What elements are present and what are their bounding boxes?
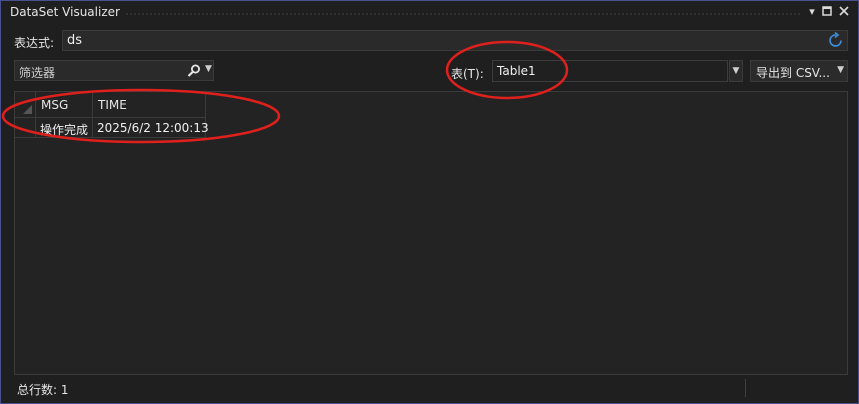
table-select[interactable]: Table1 — [492, 60, 728, 82]
export-chevron-down-icon[interactable]: ▼ — [837, 65, 844, 75]
filter-placeholder: 筛选器 — [19, 66, 56, 80]
status-divider — [745, 379, 746, 397]
expression-value: ds — [67, 33, 83, 48]
table-dropdown-chevron-icon[interactable]: ▼ — [729, 60, 743, 82]
refresh-icon[interactable] — [827, 31, 845, 50]
window-title: DataSet Visualizer — [10, 5, 120, 19]
export-csv-label: 导出到 CSV... — [756, 66, 830, 80]
cell-value: 2025/6/2 12:00:13 — [97, 121, 209, 135]
cell-value: 操作完成 — [40, 123, 89, 137]
title-drag-grip[interactable] — [125, 12, 800, 16]
table-cell[interactable]: 2025/6/2 12:00:13 — [93, 118, 209, 138]
export-csv-button[interactable]: 导出到 CSV... ▼ — [750, 60, 848, 82]
data-grid[interactable]: MSG TIME 操作完成 2025/6/2 12:00:13 — [14, 91, 848, 375]
status-bar: 总行数: 1 — [1, 377, 858, 403]
column-header-time[interactable]: TIME — [93, 92, 206, 118]
column-header-label: TIME — [98, 98, 127, 112]
title-bar: DataSet Visualizer ▾ — [1, 1, 858, 25]
close-icon[interactable] — [837, 5, 851, 19]
expression-input[interactable]: ds — [62, 30, 848, 51]
chevron-down-icon[interactable]: ▼ — [205, 64, 212, 74]
maximize-icon[interactable] — [820, 5, 834, 19]
column-header-msg[interactable]: MSG — [36, 92, 93, 118]
dataset-visualizer-window: DataSet Visualizer ▾ 表达式: ds 筛选器 ▼ 表(T):… — [0, 0, 859, 404]
search-icon[interactable] — [186, 63, 202, 79]
table-cell[interactable]: 操作完成 — [36, 118, 93, 138]
row-count-status: 总行数: 1 — [17, 383, 69, 397]
filter-input[interactable]: 筛选器 ▼ — [14, 60, 214, 81]
row-header[interactable] — [15, 118, 36, 138]
grid-corner-header[interactable] — [15, 92, 36, 118]
pin-icon[interactable]: ▾ — [805, 5, 819, 19]
expression-label: 表达式: — [14, 36, 55, 50]
table-selected-value: Table1 — [497, 64, 536, 78]
column-header-label: MSG — [41, 98, 69, 112]
select-all-icon — [23, 105, 32, 114]
table-label: 表(T): — [451, 67, 484, 81]
